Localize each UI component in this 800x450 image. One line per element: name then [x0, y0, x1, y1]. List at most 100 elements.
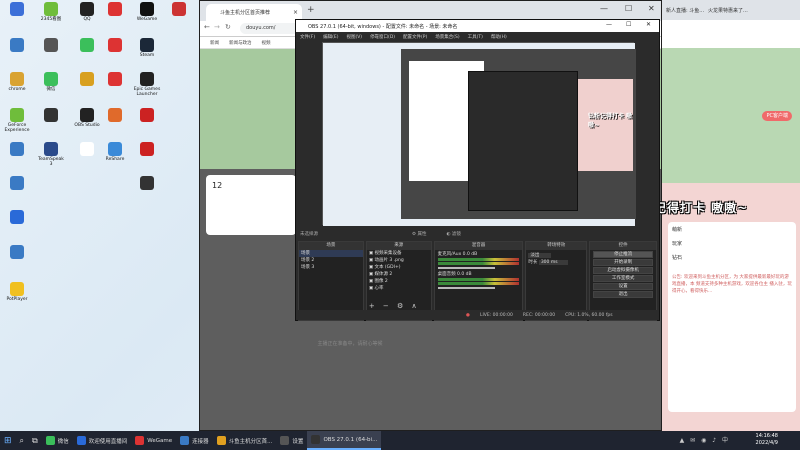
- obs-menu-item[interactable]: 工具(T): [468, 34, 483, 40]
- site-tab-2[interactable]: 火龙果特惠来了...: [708, 7, 748, 14]
- source-item[interactable]: ▣ 图像 2: [367, 278, 431, 285]
- new-tab-icon[interactable]: +: [307, 5, 315, 15]
- obs-menu-item[interactable]: 编辑(E): [323, 34, 338, 40]
- desktop-icon[interactable]: PotPlayer: [2, 282, 32, 303]
- app-icon: [140, 38, 154, 52]
- filters-button[interactable]: ◐ 滤镜: [446, 231, 460, 237]
- desktop-icon[interactable]: GeForce Experience: [2, 108, 32, 134]
- bookmark-2[interactable]: 新闻与政治: [229, 40, 252, 46]
- reload-icon[interactable]: ↻: [225, 23, 231, 31]
- browser-tab[interactable]: 斗鱼主机分区首页推荐 ×: [206, 4, 302, 21]
- desktop-icon[interactable]: OBS Studio: [72, 108, 102, 129]
- desktop-icon[interactable]: [2, 210, 32, 226]
- desktop-icon[interactable]: [100, 38, 130, 54]
- scene-item[interactable]: 场景: [299, 250, 363, 257]
- desktop-icon[interactable]: [132, 176, 162, 192]
- app-icon: [10, 282, 24, 296]
- taskbar-item[interactable]: 连接器: [176, 431, 213, 450]
- desktop-icon[interactable]: [132, 108, 162, 124]
- control-button[interactable]: 开始录制: [593, 259, 654, 266]
- taskbar-item[interactable]: 设置: [276, 431, 307, 450]
- start-button[interactable]: ⊞: [0, 431, 16, 450]
- obs-menu-item[interactable]: 视图(V): [346, 34, 362, 40]
- desktop-icon[interactable]: [2, 38, 32, 54]
- desktop-icon[interactable]: [132, 142, 162, 158]
- scene-item[interactable]: 场景 2: [299, 257, 363, 264]
- control-button[interactable]: 设置: [593, 283, 654, 290]
- desktop-icon[interactable]: [72, 38, 102, 54]
- control-button[interactable]: 退出: [593, 291, 654, 298]
- source-item[interactable]: ▣ 视频采集设备: [367, 250, 431, 257]
- desktop-icon[interactable]: [36, 38, 66, 54]
- desktop-icon[interactable]: [100, 2, 130, 18]
- taskbar-item[interactable]: WeGame: [131, 431, 176, 450]
- control-button[interactable]: 停止推流: [593, 251, 654, 258]
- volume-slider[interactable]: [437, 267, 495, 269]
- obs-preview[interactable]: 钻粉记得打卡 嗷嗷~: [322, 42, 636, 226]
- minimize-icon[interactable]: —: [600, 4, 608, 13]
- desktop-icon[interactable]: 微信: [36, 72, 66, 93]
- clock[interactable]: 14:16:48 2022/4/9: [756, 433, 778, 447]
- desktop-icon[interactable]: Steam: [132, 38, 162, 59]
- desktop-icon[interactable]: Epic Games Launcher: [132, 72, 162, 98]
- taskbar-item[interactable]: OBS 27.0.1 (64-bi...: [307, 431, 382, 450]
- source-item[interactable]: ▣ 文本 (GDI+): [367, 264, 431, 271]
- control-button[interactable]: 启动虚拟摄像机: [593, 267, 654, 274]
- desktop-icon[interactable]: [2, 142, 32, 158]
- obs-close-icon[interactable]: ✕: [646, 21, 651, 28]
- desktop-icon[interactable]: [164, 2, 194, 18]
- duration-input[interactable]: 300 ms: [538, 260, 568, 265]
- desktop-icon[interactable]: 2345看图: [36, 2, 66, 23]
- desktop-icon[interactable]: TeamSpeak 3: [36, 142, 66, 168]
- desktop-icon[interactable]: chrome: [2, 72, 32, 93]
- desktop-icon[interactable]: [2, 245, 32, 261]
- source-item[interactable]: ▣ 媒体源 2: [367, 271, 431, 278]
- obs-menu-item[interactable]: 帮助(H): [491, 34, 507, 40]
- desktop-icon[interactable]: [72, 142, 102, 158]
- desktop-icon[interactable]: [2, 176, 32, 192]
- scene-item[interactable]: 场景 3: [299, 264, 363, 271]
- taskbar-item[interactable]: 斗鱼主机分区首...: [213, 431, 277, 450]
- app-icon: [172, 2, 186, 16]
- desktop-icon[interactable]: WeGame: [132, 2, 162, 23]
- bookmark-3[interactable]: 视频: [262, 40, 271, 46]
- controls-dock: 控件 停止推流 开始录制 启动虚拟摄像机 工作室模式 设置 退出: [589, 241, 658, 321]
- taskbar-item[interactable]: 欢迎使用直播间: [73, 431, 132, 450]
- obs-menu-item[interactable]: 场景集合(S): [435, 34, 459, 40]
- forward-icon[interactable]: →: [214, 23, 220, 31]
- transitions-dock: 转场特效 淡出 时长 300 ms: [525, 241, 588, 321]
- desktop-icon[interactable]: [36, 108, 66, 124]
- obs-menu-item[interactable]: 文件(F): [300, 34, 315, 40]
- desktop-icon-label: WeGame: [136, 17, 158, 22]
- task-view-icon[interactable]: ⧉: [28, 431, 42, 450]
- maximize-icon[interactable]: ☐: [625, 4, 632, 13]
- obs-maximize-icon[interactable]: ☐: [626, 21, 631, 28]
- close-window-icon[interactable]: ✕: [648, 4, 655, 13]
- close-tab-icon[interactable]: ×: [293, 9, 298, 16]
- obs-menu-item[interactable]: 配置文件(P): [403, 34, 427, 40]
- obs-menu-item[interactable]: 停靠窗口(D): [370, 34, 395, 40]
- volume-slider[interactable]: [437, 287, 495, 289]
- desktop-icon[interactable]: ReShare: [100, 142, 130, 163]
- taskbar-item[interactable]: 微信: [42, 431, 73, 450]
- bookmark-1[interactable]: 新闻: [210, 40, 219, 46]
- app-icon: [10, 2, 24, 16]
- desktop-icon[interactable]: [100, 108, 130, 124]
- site-tab[interactable]: 新人直播: 斗鱼...: [666, 7, 704, 14]
- back-icon[interactable]: ←: [204, 23, 210, 31]
- desktop-icon[interactable]: QQ: [72, 2, 102, 23]
- desktop-icon[interactable]: [100, 72, 130, 88]
- desktop-icon-label: ReShare: [105, 157, 125, 162]
- properties-button[interactable]: ⚙ 属性: [412, 231, 426, 237]
- source-item[interactable]: ▣ 动画片 3 .png: [367, 257, 431, 264]
- desktop-icon[interactable]: [72, 72, 102, 88]
- obs-minimize-icon[interactable]: —: [606, 21, 612, 28]
- transition-select[interactable]: 淡出: [528, 253, 552, 258]
- desktop-icon[interactable]: [2, 2, 32, 18]
- search-icon[interactable]: ⌕: [16, 431, 28, 450]
- source-item[interactable]: ▣ 心率: [367, 285, 431, 292]
- control-button[interactable]: 工作室模式: [593, 275, 654, 282]
- pc-client-label[interactable]: PC客户端: [668, 108, 796, 123]
- desktop-icon-label: PotPlayer: [6, 297, 28, 302]
- system-tray-icons[interactable]: ▲ ✉ ◉ ♪ 中: [680, 435, 730, 444]
